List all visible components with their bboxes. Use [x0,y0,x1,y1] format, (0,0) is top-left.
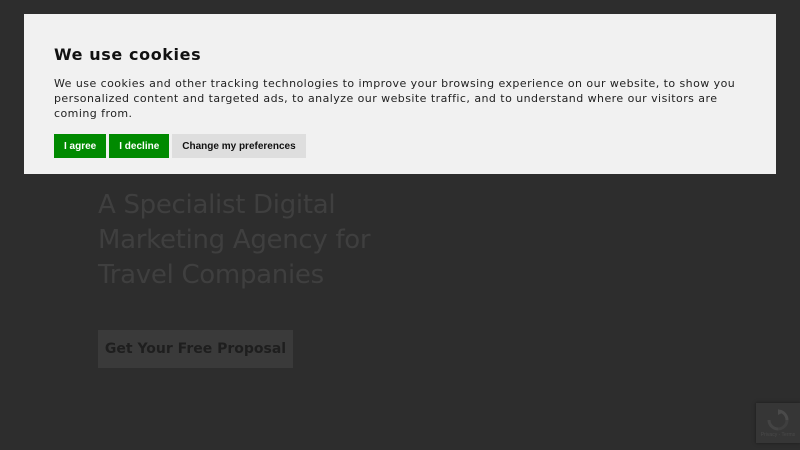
get-free-proposal-button[interactable]: Get Your Free Proposal [98,330,293,368]
cookie-actions: I agree I decline Change my preferences [54,134,746,158]
page: A Specialist Digital Marketing Agency fo… [0,0,800,450]
recaptcha-icon [767,408,789,431]
cookie-banner-text: We use cookies and other tracking techno… [54,77,736,120]
recaptcha-terms[interactable]: Privacy - Terms [761,432,795,438]
hero-title: A Specialist Digital Marketing Agency fo… [98,190,371,290]
change-preferences-button[interactable]: Change my preferences [172,134,306,158]
decline-button[interactable]: I decline [109,134,170,158]
cookie-banner: We use cookies We use cookies and other … [24,14,776,174]
cookie-banner-title: We use cookies [54,45,202,64]
agree-button[interactable]: I agree [54,134,107,158]
recaptcha-badge[interactable]: Privacy - Terms [756,403,800,443]
